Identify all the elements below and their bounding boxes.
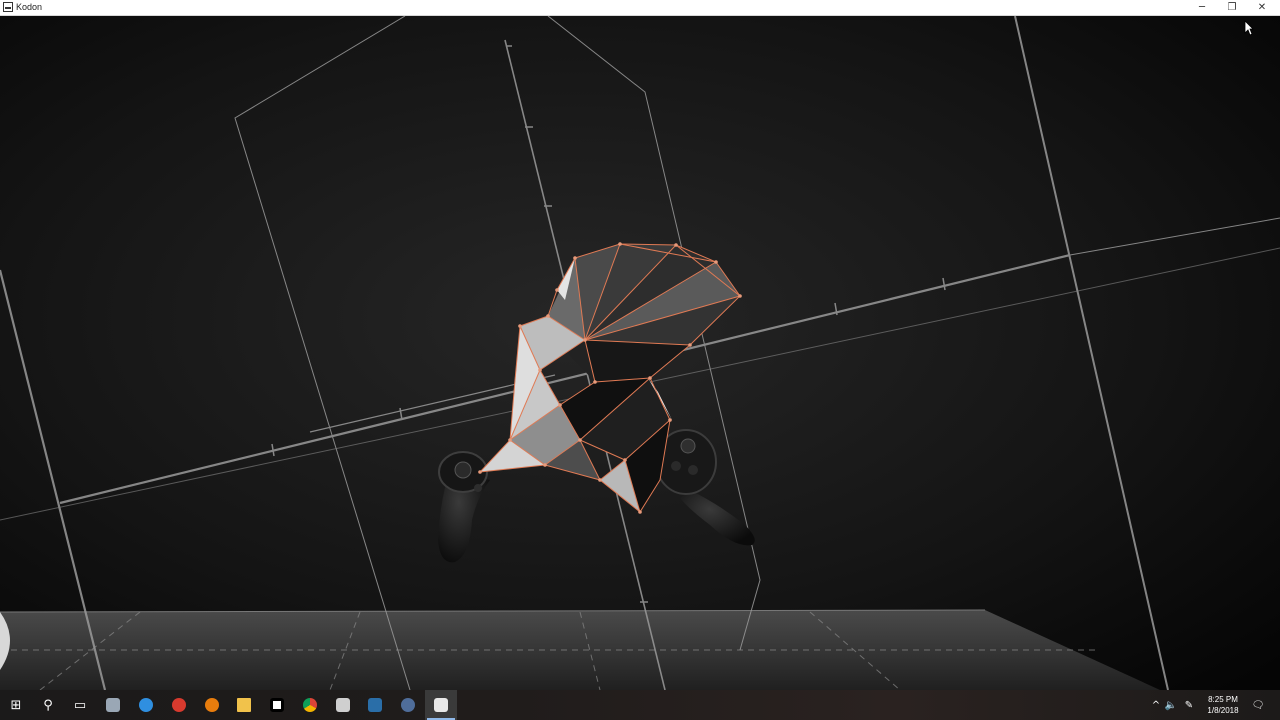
taskbar-app-10[interactable] bbox=[392, 690, 424, 720]
taskbar-app-7[interactable] bbox=[294, 690, 326, 720]
minimize-button[interactable]: ─ bbox=[1187, 0, 1217, 15]
mouse-cursor-icon bbox=[1244, 20, 1254, 36]
taskbar-app-5[interactable] bbox=[228, 690, 260, 720]
start-button[interactable]: ⊞ bbox=[0, 690, 32, 720]
clock-time: 8:25 PM bbox=[1208, 695, 1238, 704]
taskbar-app-9[interactable] bbox=[359, 690, 391, 720]
show-hidden-icons-button[interactable]: ^ bbox=[1150, 690, 1162, 720]
title-bar[interactable]: Kodon ─ ❐ ✕ bbox=[0, 0, 1280, 16]
edge-browser-icon bbox=[139, 698, 153, 712]
film-icon bbox=[336, 698, 350, 712]
close-button[interactable]: ✕ bbox=[1247, 0, 1277, 15]
volume-button[interactable]: 🔈 bbox=[1164, 690, 1178, 720]
volume-icon: 🔈 bbox=[1164, 699, 1178, 711]
clock-date: 1/8/2018 bbox=[1207, 706, 1239, 715]
chevron-up-icon: ^ bbox=[1151, 699, 1161, 711]
task-view-button[interactable]: ▭ bbox=[64, 690, 96, 720]
clock[interactable]: 8:25 PM 1/8/2018 bbox=[1200, 694, 1246, 716]
windows-taskbar: ⊞ ⚲ ▭ ^ 🔈 ✎ 8:25 PM 1/8/2018 🗨 bbox=[0, 690, 1280, 720]
task-view-icon: ▭ bbox=[73, 697, 87, 713]
pen-icon: ✎ bbox=[1184, 699, 1194, 711]
search-icon: ⚲ bbox=[43, 697, 53, 713]
file-explorer-icon bbox=[237, 698, 251, 712]
blender-icon bbox=[205, 698, 219, 712]
taskbar-app-8[interactable] bbox=[327, 690, 359, 720]
windows-logo-icon: ⊞ bbox=[10, 697, 22, 713]
app-window-icon bbox=[106, 698, 120, 712]
taskbar-app-11-kodon[interactable] bbox=[425, 690, 457, 720]
taskbar-app-2[interactable] bbox=[130, 690, 162, 720]
vr-3d-viewport[interactable] bbox=[0, 16, 1280, 690]
kodon-icon bbox=[434, 698, 448, 712]
app-icon bbox=[3, 2, 13, 12]
restore-button[interactable]: ❐ bbox=[1217, 0, 1247, 15]
red-app-icon bbox=[172, 698, 186, 712]
notifications-icon: 🗨 bbox=[1251, 699, 1265, 711]
taskbar-app-6[interactable] bbox=[261, 690, 293, 720]
taskbar-app-3[interactable] bbox=[163, 690, 195, 720]
chrome-icon bbox=[303, 698, 317, 712]
action-center-button[interactable]: 🗨 bbox=[1250, 690, 1266, 720]
window-title: Kodon bbox=[16, 2, 43, 12]
taskbar-app-1[interactable] bbox=[97, 690, 129, 720]
floor-plane bbox=[0, 609, 1160, 690]
steamvr-icon bbox=[401, 698, 415, 712]
taskbar-app-4[interactable] bbox=[196, 690, 228, 720]
steam-icon bbox=[368, 698, 382, 712]
search-button[interactable]: ⚲ bbox=[32, 690, 64, 720]
oculus-icon bbox=[270, 698, 284, 712]
pen-workspace-button[interactable]: ✎ bbox=[1182, 690, 1196, 720]
